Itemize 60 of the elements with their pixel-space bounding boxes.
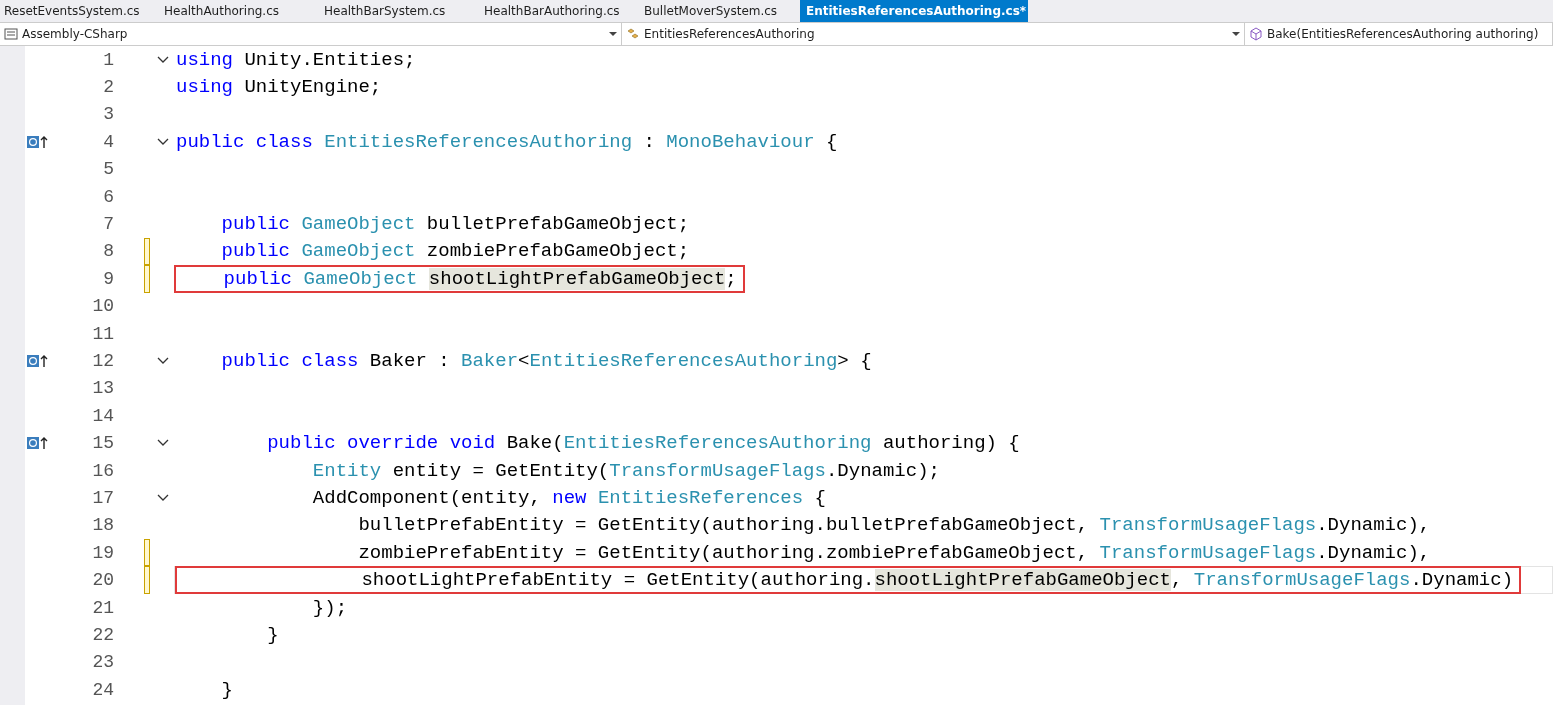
reference-icon[interactable] [27, 354, 49, 368]
class-icon [626, 27, 640, 41]
caret-icon [609, 32, 617, 36]
reference-icon[interactable] [27, 134, 49, 149]
line-number: 13 [91, 378, 114, 399]
project-icon [4, 27, 18, 41]
cube-icon [1249, 27, 1263, 41]
file-tab[interactable]: HealthBarAuthoring.cs [480, 0, 640, 22]
line-number: 21 [91, 597, 114, 618]
file-tab[interactable]: ResetEventsSystem.cs [0, 0, 160, 22]
line-number: 19 [91, 542, 114, 563]
code-line: bulletPrefabEntity = GetEntity(authoring.bulletPrefabGameObject, TransformUsageFlags.Dynamic), [357, 513, 1432, 538]
code-line: public override void Bake(EntitiesReferencesAuthoring authoring) { [266, 431, 1021, 456]
code-line: } [266, 622, 280, 647]
code-line: public GameObject bulletPrefabGameObject; [220, 212, 691, 237]
line-number: 2 [102, 77, 114, 98]
line-number: 15 [91, 433, 114, 454]
code-line: }); [311, 595, 349, 620]
code-line: using UnityEngine; [175, 75, 383, 100]
code-line: AddComponent(entity, new EntitiesReferences { [311, 485, 827, 510]
line-number: 6 [102, 186, 114, 207]
file-tab[interactable]: BulletMoverSystem.cs [640, 0, 800, 22]
reference-icon[interactable] [27, 436, 49, 451]
collapse-icon[interactable] [156, 137, 169, 146]
file-tab[interactable]: HealthBarSystem.cs [320, 0, 480, 22]
line-number: 16 [91, 460, 114, 481]
line-number: 8 [102, 241, 114, 262]
code-line: } [220, 677, 234, 702]
code-line: using Unity.Entities; [175, 47, 417, 72]
navigation-dropdown[interactable]: Bake(EntitiesReferencesAuthoring authoring) [1245, 23, 1553, 45]
file-tab[interactable]: HealthAuthoring.cs [160, 0, 320, 22]
line-number: 10 [91, 296, 114, 317]
code-line: zombiePrefabEntity = GetEntity(authoring.zombiePrefabGameObject, TransformUsageFlags.Dynamic), [357, 540, 1432, 565]
line-number: 14 [91, 405, 114, 426]
line-number: 11 [91, 323, 114, 344]
line-number: 22 [91, 624, 114, 645]
line-number: 7 [102, 214, 114, 235]
line-number: 12 [91, 351, 114, 371]
line-number: 5 [102, 159, 114, 180]
code-line: public class EntitiesReferencesAuthoring : MonoBehaviour { [175, 129, 839, 154]
line-number: 3 [102, 104, 114, 125]
caret-icon [1232, 32, 1240, 36]
code-line: Entity entity = GetEntity(TransformUsageFlags.Dynamic); [311, 458, 941, 483]
line-number: 9 [102, 268, 114, 289]
line-number: 24 [91, 679, 114, 700]
line-number: 18 [91, 515, 114, 536]
line-number: 20 [91, 570, 114, 591]
code-line: public class Baker : Baker<EntitiesReferencesAuthoring> { [220, 349, 873, 373]
collapse-icon[interactable] [156, 439, 169, 448]
line-number: 1 [102, 49, 114, 70]
collapse-icon[interactable] [156, 55, 169, 64]
line-number: 17 [91, 487, 114, 508]
file-tab[interactable]: EntitiesReferencesAuthoring.cs* [800, 0, 1028, 22]
collapse-icon[interactable] [156, 493, 169, 502]
navigation-dropdown[interactable]: Assembly-CSharp [0, 23, 622, 45]
code-line: public GameObject zombiePrefabGameObject; [220, 239, 691, 264]
navigation-dropdown[interactable]: EntitiesReferencesAuthoring [622, 23, 1245, 45]
line-number: 4 [102, 131, 114, 152]
collapse-icon[interactable] [156, 357, 169, 365]
line-number: 23 [91, 652, 114, 673]
